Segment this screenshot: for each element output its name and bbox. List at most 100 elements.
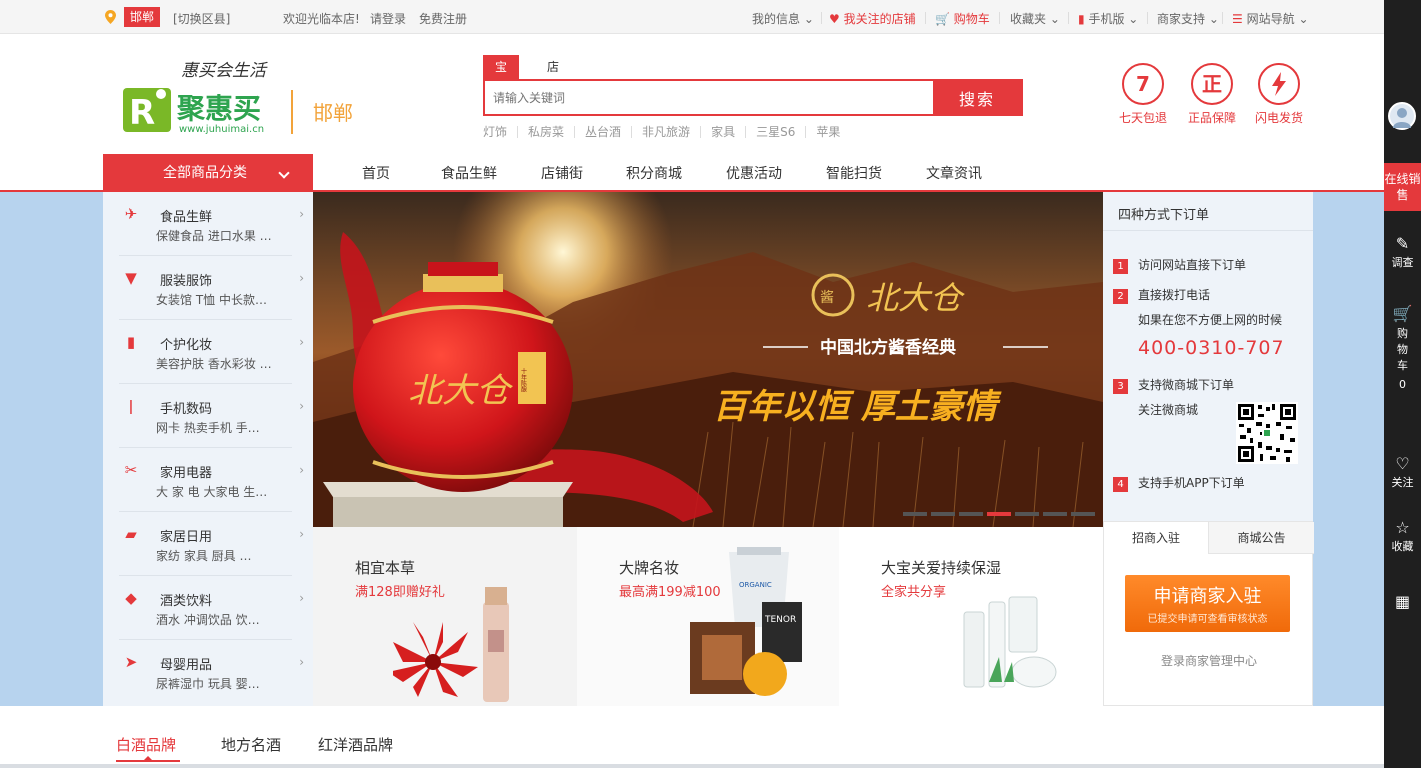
merchant-support-menu[interactable]: 商家支持 ⌄ — [1157, 10, 1219, 27]
toolbar-cart-button[interactable]: 🛒 购物车 0 — [1384, 304, 1421, 392]
merchant-panel: 招商入驻 商城公告 申请商家入驻 已提交申请可查看审核状态 登录商家管理中心 — [1103, 521, 1314, 706]
chevron-right-icon: › — [299, 399, 304, 413]
jar-label: 十年陈酿 — [520, 367, 527, 393]
site-nav-menu[interactable]: ☰ 网站导航 ⌄ — [1232, 10, 1309, 27]
grid-menu-button[interactable]: ▦ — [1384, 592, 1421, 614]
hotword-link[interactable]: 丛台酒 — [574, 126, 631, 138]
switch-district-link[interactable]: [切换区县] — [173, 10, 230, 27]
jar-brand-text: 北大仓 — [408, 371, 513, 411]
hotword-link[interactable]: 三星S6 — [745, 126, 805, 138]
search-tab-shops[interactable]: 店铺 — [535, 55, 571, 98]
promo-card[interactable]: 大牌名妆 最高满199减100 ORGANIC TENOR — [577, 527, 839, 706]
chevron-down-icon: ⌄ — [1128, 12, 1139, 26]
order-step: 2 直接拨打电话 — [1113, 286, 1210, 304]
carousel-dot[interactable] — [1043, 512, 1067, 516]
login-link[interactable]: 请登录 — [370, 10, 406, 27]
site-logo[interactable]: 惠买会生活 R 聚惠买 www.juhuimai.cn 邯郸 — [123, 50, 363, 140]
hotword-link[interactable]: 家具 — [700, 126, 745, 138]
cart-link[interactable]: 🛒 购物车 — [935, 10, 990, 27]
banner-artwork: 北大仓 十年陈酿 酱 北大仓 中国北方酱香经典 百年以恒 厚土豪情 — [313, 192, 1103, 527]
nav-articles[interactable]: 文章资讯 — [926, 163, 982, 183]
promo-card[interactable]: 相宜本草 满128即赠好礼 — [313, 527, 577, 706]
survey-button[interactable]: ✎ 调查 — [1384, 234, 1421, 270]
nav-smart-shopping[interactable]: 智能扫货 — [826, 163, 882, 183]
tab-merchant-join[interactable]: 招商入驻 — [1104, 522, 1209, 554]
favorite-button[interactable]: ☆ 收藏 — [1384, 518, 1421, 554]
chevron-right-icon: › — [299, 527, 304, 541]
promo-card[interactable]: 大宝关爱持续保湿 全家共分享 — [839, 527, 1103, 706]
divider — [1068, 12, 1069, 24]
nav-shop-street[interactable]: 店铺街 — [541, 163, 583, 183]
nav-points-mall[interactable]: 积分商城 — [626, 163, 682, 183]
carousel-dot[interactable] — [1071, 512, 1095, 516]
heart-icon: ♡ — [1395, 454, 1410, 473]
heart-icon: ♥ — [829, 12, 840, 26]
divider — [1147, 12, 1148, 24]
carousel-dot[interactable] — [931, 512, 955, 516]
favorites-menu[interactable]: 收藏夹 ⌄ — [1010, 10, 1060, 27]
phone-note: 如果在您不方便上网的时候 — [1138, 313, 1283, 327]
tab-local-liquor[interactable]: 地方名酒 — [221, 734, 281, 755]
category-item[interactable]: ǀ 手机数码 网卡 热卖手机 手… › — [119, 384, 304, 448]
merchant-login-link[interactable]: 登录商家管理中心 — [1104, 652, 1314, 669]
carousel-dot-active[interactable] — [987, 512, 1011, 516]
top-bar: 邯郸 [切换区县] 欢迎光临本店! 请登录 免费注册 我的信息 ⌄ ♥ 我关注的… — [0, 0, 1384, 34]
register-link[interactable]: 免费注册 — [419, 10, 467, 27]
genuine-icon: 正 — [1191, 63, 1233, 105]
phone-icon: ǀ — [128, 397, 134, 415]
carousel-dot[interactable] — [903, 512, 927, 516]
order-step: 3 支持微商城下订单 — [1113, 376, 1234, 394]
avatar[interactable] — [1388, 102, 1416, 130]
mobile-version-menu[interactable]: ▮ 手机版 ⌄ — [1078, 10, 1138, 27]
order-panel-title: 四种方式下订单 — [1118, 208, 1210, 223]
hotword-link[interactable]: 苹果 — [805, 126, 850, 138]
chevron-down-icon — [278, 167, 290, 179]
category-item[interactable]: ▰ 家居日用 家纺 家具 厨具 … › — [119, 512, 304, 576]
fish-icon: ➤ — [124, 653, 138, 671]
divider — [1222, 12, 1223, 24]
category-item[interactable]: ▮ 个护化妆 美容护肤 香水彩妆 … › — [119, 320, 304, 384]
promise-genuine: 正 正品保障 — [1182, 63, 1242, 126]
hot-keywords: 灯饰 私房菜 丛台酒 非凡旅游 家具 三星S6 苹果 — [483, 125, 850, 139]
main-banner[interactable]: 北大仓 十年陈酿 酱 北大仓 中国北方酱香经典 百年以恒 厚土豪情 — [313, 192, 1103, 527]
nav-home[interactable]: 首页 — [362, 163, 390, 183]
category-item[interactable]: ➤ 母婴用品 尿裤湿巾 玩具 婴… › — [119, 640, 304, 704]
promise-fast-delivery: 闪电发货 — [1249, 63, 1309, 126]
hotword-link[interactable]: 私房菜 — [517, 126, 574, 138]
category-item[interactable]: ✂ 家用电器 大 家 电 大家电 生… › — [119, 448, 304, 512]
banner-slogan: 百年以恒 厚土豪情 — [713, 387, 1002, 427]
carousel-dot[interactable] — [1015, 512, 1039, 516]
tab-announcements[interactable]: 商城公告 — [1209, 522, 1314, 554]
nav-fresh-food[interactable]: 食品生鲜 — [441, 163, 497, 183]
grid-icon: ▦ — [1394, 592, 1411, 611]
mobile-icon: ▮ — [1078, 12, 1085, 26]
logo-slogan: 惠买会生活 — [181, 61, 268, 81]
tab-baijiu-brands[interactable]: 白酒品牌 — [116, 734, 176, 755]
search-input[interactable] — [485, 81, 935, 114]
apply-merchant-button[interactable]: 申请商家入驻 已提交申请可查看审核状态 — [1125, 575, 1290, 632]
all-categories-button[interactable]: 全部商品分类 — [103, 154, 313, 192]
bottom-strip — [0, 764, 1384, 768]
category-item[interactable]: ✈ 食品生鲜 保健食品 进口水果 … › — [119, 192, 304, 256]
tab-wine-brands[interactable]: 红洋酒品牌 — [318, 734, 393, 755]
svg-text:ORGANIC: ORGANIC — [739, 581, 772, 589]
hotword-link[interactable]: 灯饰 — [483, 126, 517, 138]
nav-promotions[interactable]: 优惠活动 — [726, 163, 782, 183]
followed-shops-link[interactable]: ♥ 我关注的店铺 — [829, 10, 916, 27]
chevron-down-icon: ⌄ — [1049, 12, 1060, 26]
category-sidebar: ✈ 食品生鲜 保健食品 进口水果 … › ▼ 服装服饰 女装馆 T恤 中长款… … — [103, 192, 313, 706]
hotword-link[interactable]: 非凡旅游 — [631, 126, 700, 138]
plane-icon: ✈ — [124, 205, 138, 223]
category-item[interactable]: ◆ 酒类饮料 酒水 冲调饮品 饮… › — [119, 576, 304, 640]
hotline-number: 400-0310-707 — [1138, 337, 1285, 359]
order-methods-panel: 四种方式下订单 1 访问网站直接下订单 2 直接拨打电话 如果在您不方便上网的时候 … — [1103, 192, 1313, 521]
follow-button[interactable]: ♡ 关注 — [1384, 454, 1421, 490]
carousel-dot[interactable] — [959, 512, 983, 516]
promo-product-image — [393, 587, 509, 702]
online-sales-button[interactable]: 在线销售 — [1384, 163, 1421, 211]
banner-brand: 北大仓 — [866, 279, 965, 317]
category-item[interactable]: ▼ 服装服饰 女装馆 T恤 中长款… › — [119, 256, 304, 320]
search-button[interactable]: 搜索 — [933, 81, 1021, 114]
search-tab-items[interactable]: 宝贝 — [483, 55, 520, 98]
my-info-menu[interactable]: 我的信息 ⌄ — [752, 10, 814, 27]
